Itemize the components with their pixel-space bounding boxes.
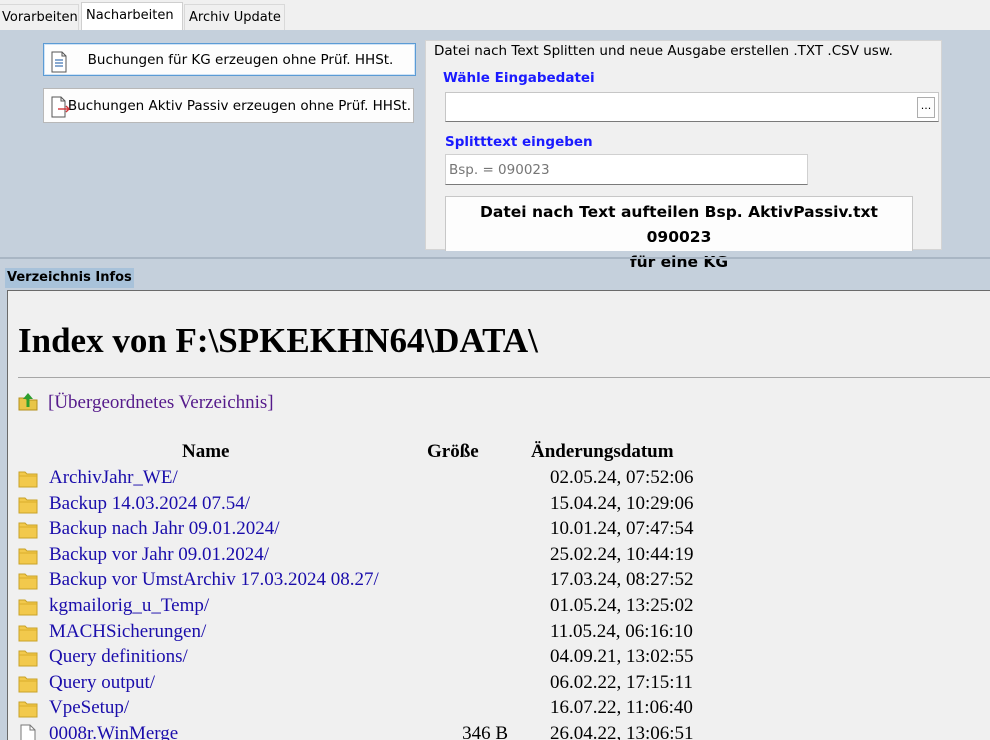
file-date: 01.05.24, 13:25:02: [550, 595, 694, 616]
folder-icon: [18, 673, 38, 693]
file-date: 15.04.24, 10:29:06: [550, 492, 694, 514]
folder-icon: [18, 519, 38, 539]
index-title: Index von F:\SPKEKHN64\DATA\: [18, 321, 538, 360]
folder-icon: [18, 468, 38, 488]
tab-strip: Vorarbeiten Nacharbeiten Archiv Update: [0, 0, 990, 30]
file-row[interactable]: VpeSetup/16.07.22, 11:06:40: [18, 696, 978, 720]
divider: [18, 377, 990, 378]
split-file-button[interactable]: Datei nach Text aufteilen Bsp. AktivPass…: [445, 196, 913, 271]
folder-icon: [18, 570, 38, 590]
input-file-field[interactable]: ...: [445, 92, 939, 122]
file-row[interactable]: Query output/06.02.22, 17:15:11: [18, 671, 978, 695]
folder-icon: [18, 545, 38, 565]
folder-icon: [18, 494, 38, 514]
file-date: 16.07.22, 11:06:40: [550, 697, 693, 719]
panel-splitter[interactable]: [0, 257, 990, 259]
document-export-icon: [50, 96, 70, 118]
column-header-size[interactable]: Größe: [427, 441, 479, 463]
folder-icon: [18, 647, 38, 667]
file-name-link[interactable]: Backup vor Jahr 09.01.2024/: [49, 543, 269, 567]
parent-directory-row[interactable]: [Übergeordnetes Verzeichnis]: [18, 391, 274, 415]
file-name-link[interactable]: Backup vor UmstArchiv 17.03.2024 08.27/: [49, 568, 379, 592]
file-date: 26.04.22, 13:06:51: [550, 723, 694, 740]
document-icon: [50, 51, 68, 73]
file-date: 11.05.24, 06:16:10: [550, 620, 693, 642]
file-row[interactable]: Backup 14.03.2024 07.54/15.04.24, 10:29:…: [18, 492, 978, 516]
tab-vorarbeiten[interactable]: Vorarbeiten: [0, 4, 79, 30]
up-folder-icon: [18, 391, 38, 415]
split-text-input[interactable]: [445, 154, 808, 185]
file-date: 25.02.24, 10:44:19: [550, 543, 694, 565]
folder-icon: [18, 596, 38, 616]
folder-icon: [18, 622, 38, 642]
file-name-link[interactable]: ArchivJahr_WE/: [49, 466, 178, 490]
split-group-title: Datei nach Text Splitten und neue Ausgab…: [432, 43, 895, 59]
file-date: 17.03.24, 08:27:52: [550, 569, 694, 591]
file-size: 346 B: [462, 723, 508, 740]
file-row[interactable]: Query definitions/04.09.21, 13:02:55: [18, 645, 978, 669]
input-file-value: [446, 99, 449, 114]
column-header-name[interactable]: Name: [182, 441, 229, 463]
browse-button[interactable]: ...: [917, 97, 935, 118]
file-name-link[interactable]: Query output/: [49, 671, 155, 695]
file-name-link[interactable]: Backup nach Jahr 09.01.2024/: [49, 517, 280, 541]
file-row[interactable]: ArchivJahr_WE/02.05.24, 07:52:06: [18, 466, 978, 490]
split-file-button-line2: für eine KG: [629, 253, 729, 271]
tab-archiv-update[interactable]: Archiv Update: [184, 4, 285, 30]
file-row[interactable]: Backup vor UmstArchiv 17.03.2024 08.27/1…: [18, 568, 978, 592]
file-name-link[interactable]: kgmailorig_u_Temp/: [49, 594, 209, 618]
file-date: 02.05.24, 07:52:06: [550, 467, 694, 488]
tab-nacharbeiten[interactable]: Nacharbeiten: [81, 2, 183, 30]
file-date: 10.01.24, 07:47:54: [550, 518, 694, 540]
folder-icon: [18, 698, 38, 718]
file-row[interactable]: Backup nach Jahr 09.01.2024/10.01.24, 07…: [18, 517, 978, 541]
split-file-group: Datei nach Text Splitten und neue Ausgab…: [425, 40, 942, 271]
split-text-label: Splitttext eingeben: [445, 134, 593, 150]
file-name-link[interactable]: 0008r.WinMerge: [49, 722, 178, 740]
kg-bookings-button[interactable]: Buchungen für KG erzeugen ohne Prüf. HHS…: [43, 43, 416, 76]
input-file-label: Wähle Eingabedatei: [443, 70, 595, 86]
file-row[interactable]: 0008r.WinMerge 346 B 26.04.22, 13:06:51: [18, 722, 978, 740]
directory-browser: Index von F:\SPKEKHN64\DATA\ [Übergeordn…: [7, 290, 990, 740]
file-date: 04.09.21, 13:02:55: [550, 646, 694, 668]
column-header-date[interactable]: Änderungsdatum: [531, 441, 674, 463]
file-name-link[interactable]: VpeSetup/: [49, 696, 129, 720]
kg-bookings-button-label: Buchungen für KG erzeugen ohne Prüf. HHS…: [87, 51, 394, 68]
split-file-button-line1: Datei nach Text aufteilen Bsp. AktivPass…: [480, 203, 878, 246]
file-name-link[interactable]: Query definitions/: [49, 645, 188, 669]
file-row[interactable]: MACHSicherungen/11.05.24, 06:16:10: [18, 620, 978, 644]
file-date: 06.02.22, 17:15:11: [550, 671, 693, 693]
aktiv-passiv-bookings-button[interactable]: Buchungen Aktiv Passiv erzeugen ohne Prü…: [43, 88, 414, 123]
file-name-link[interactable]: Backup 14.03.2024 07.54/: [49, 492, 250, 516]
file-icon: [18, 724, 38, 740]
directory-info-label: Verzeichnis Infos: [5, 268, 134, 288]
parent-directory-link[interactable]: [Übergeordnetes Verzeichnis]: [48, 392, 274, 414]
file-row[interactable]: Backup vor Jahr 09.01.2024/25.02.24, 10:…: [18, 543, 978, 567]
aktiv-passiv-bookings-button-label: Buchungen Aktiv Passiv erzeugen ohne Prü…: [67, 97, 412, 114]
file-name-link[interactable]: MACHSicherungen/: [49, 620, 206, 644]
file-row[interactable]: kgmailorig_u_Temp/01.05.24, 13:25:02: [18, 594, 978, 618]
